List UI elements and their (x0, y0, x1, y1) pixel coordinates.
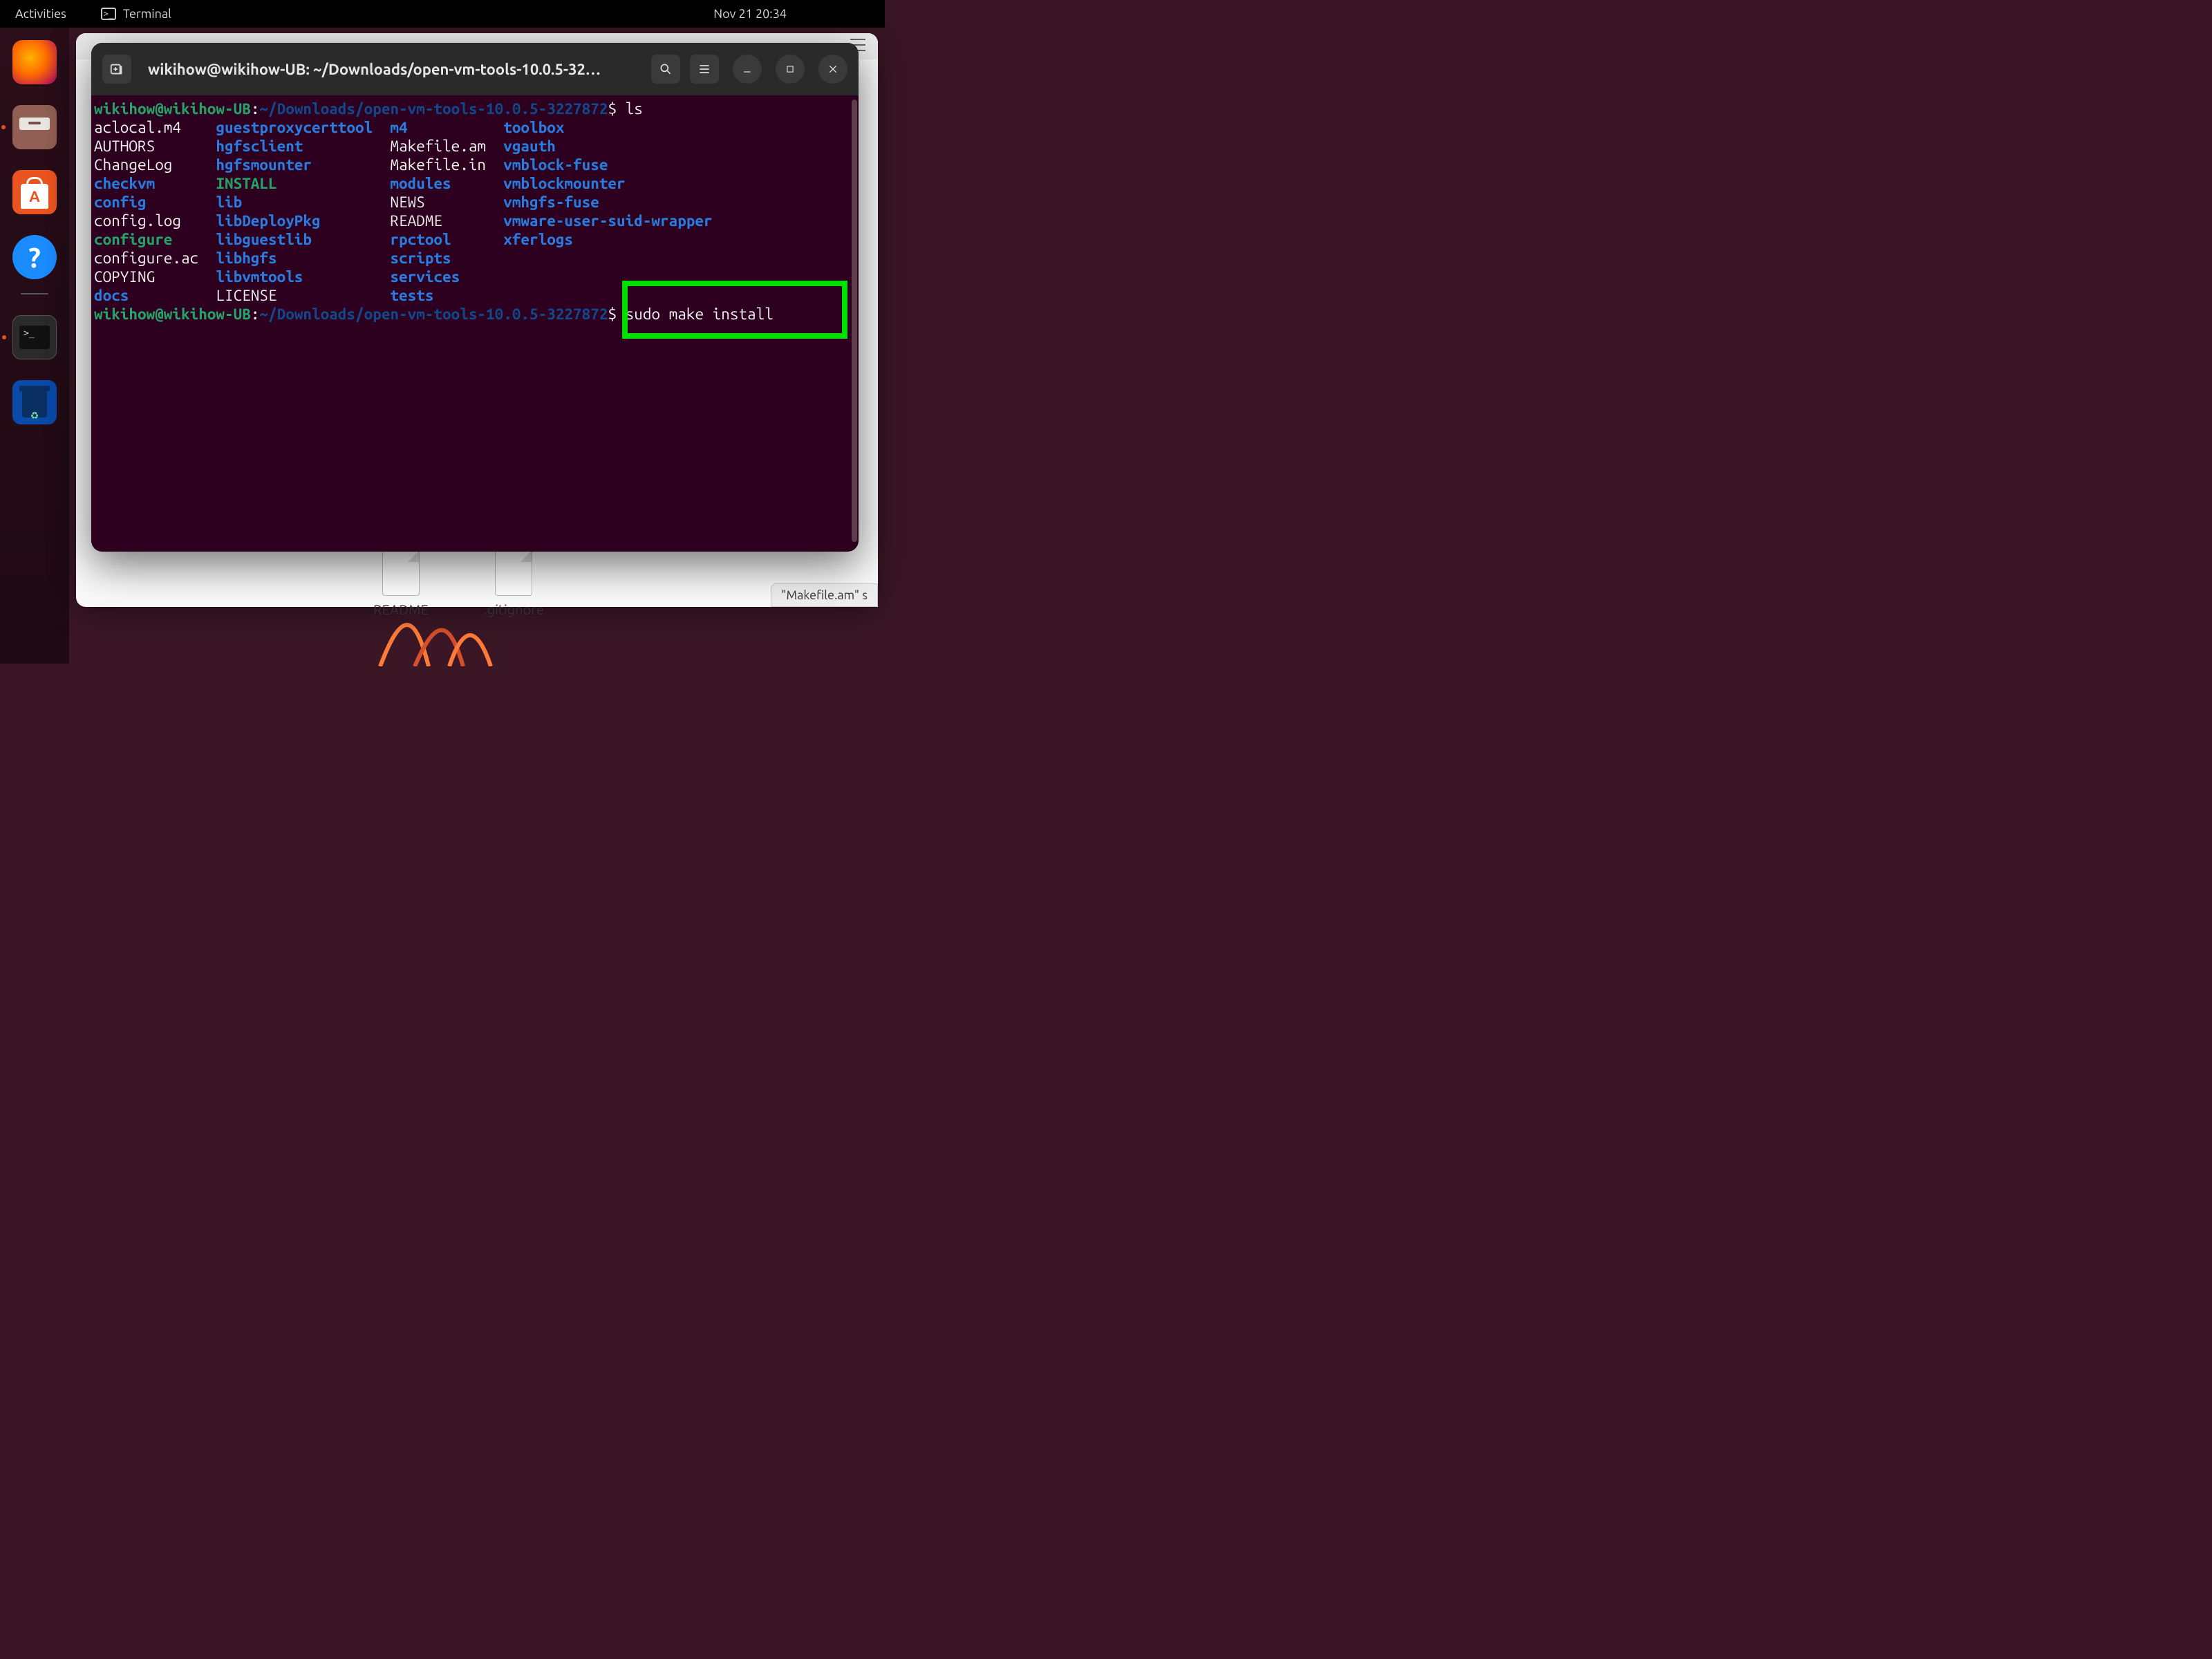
file-label: README (373, 601, 429, 617)
dock-files[interactable] (12, 105, 57, 149)
activities-button[interactable]: Activities (8, 4, 73, 24)
scrollbar[interactable] (852, 100, 857, 542)
dock-help[interactable]: ? (12, 235, 57, 279)
dock-software[interactable] (12, 170, 57, 214)
maximize-button[interactable] (776, 55, 805, 84)
dock-terminal[interactable]: >_ (12, 315, 57, 359)
files-status: "Makefile.am" s (771, 583, 878, 607)
minimize-button[interactable] (733, 55, 762, 84)
app-menu[interactable]: >_ Terminal (101, 7, 171, 21)
terminal-output[interactable]: wikihow@wikihow-UB:~/Downloads/open-vm-t… (91, 95, 859, 552)
menu-button[interactable] (690, 55, 719, 84)
terminal-title: wikihow@wikihow-UB: ~/Downloads/open-vm-… (141, 61, 641, 78)
file-label: .gitignore (484, 601, 544, 617)
dock: ? >_ ♻ (0, 28, 69, 664)
new-tab-button[interactable] (102, 55, 131, 84)
gnome-top-bar: Activities >_ Terminal Nov 21 20:34 (0, 0, 885, 28)
dock-firefox[interactable] (12, 40, 57, 84)
dock-separator (21, 293, 48, 294)
app-menu-label: Terminal (123, 7, 171, 21)
file-icon (495, 550, 532, 596)
terminal-icon: >_ (101, 8, 116, 20)
file-item[interactable]: .gitignore (484, 550, 544, 617)
terminal-headerbar: wikihow@wikihow-UB: ~/Downloads/open-vm-… (91, 43, 859, 95)
clock[interactable]: Nov 21 20:34 (713, 7, 787, 21)
dock-trash[interactable]: ♻ (12, 380, 57, 424)
file-icon (382, 550, 420, 596)
file-item[interactable]: README (373, 550, 429, 617)
close-button[interactable] (818, 55, 847, 84)
search-button[interactable] (651, 55, 680, 84)
wallpaper-accent (373, 608, 885, 664)
terminal-window[interactable]: wikihow@wikihow-UB: ~/Downloads/open-vm-… (91, 43, 859, 552)
